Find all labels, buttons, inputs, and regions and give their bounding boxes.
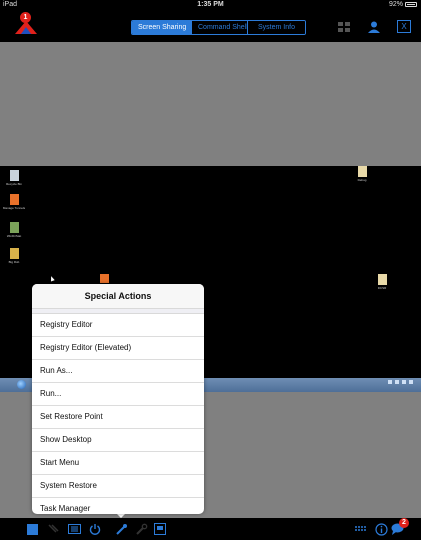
action-registry-editor-elevated[interactable]: Registry Editor (Elevated) <box>32 337 204 360</box>
battery-percent: 92% <box>388 1 403 8</box>
tray-icon <box>409 380 413 384</box>
desktop-icon-recycle-bin[interactable]: Recycle Bin <box>2 170 26 186</box>
windirstat-icon <box>9 222 19 233</box>
battery-status: 92% <box>389 1 417 8</box>
action-run[interactable]: Run... <box>32 383 204 406</box>
special-actions-popover: Special Actions Registry Editor Registry… <box>32 284 204 514</box>
action-system-restore[interactable]: System Restore <box>32 475 204 498</box>
bottom-toolbar <box>0 518 421 540</box>
mode-tabs: Screen Sharing Command Shell System Info <box>131 20 306 35</box>
keyboard-icon[interactable] <box>67 522 81 536</box>
system-tray <box>388 380 413 384</box>
recycle-bin-icon <box>9 170 19 181</box>
stop-icon[interactable] <box>25 522 39 536</box>
power-icon[interactable] <box>88 522 102 536</box>
tray-icon <box>388 380 392 384</box>
keyboard-toggle-icon[interactable] <box>353 522 367 536</box>
mouse-cursor-icon <box>49 275 55 282</box>
mouse-icon[interactable] <box>46 522 60 536</box>
desktop-icon-manage-tunnels[interactable]: Manage Tunnels <box>2 194 26 210</box>
app-logo[interactable]: 1 <box>15 12 37 34</box>
popover-title: Special Actions <box>32 284 204 309</box>
remote-screen-padding-top <box>0 42 421 166</box>
status-bar: iPad 1:35 PM 92% <box>0 0 421 10</box>
desktop-icon-big-rob[interactable]: Big Rob <box>2 248 26 264</box>
action-task-manager[interactable]: Task Manager <box>32 498 204 514</box>
info-icon[interactable] <box>374 522 388 536</box>
desktop-icon-dcsr[interactable]: DCSR <box>370 274 394 290</box>
app-shortcut-icon <box>9 194 19 205</box>
desktop-icon-windirstat[interactable]: WinDirStat <box>2 222 26 238</box>
tab-system-info[interactable]: System Info <box>248 21 305 34</box>
action-start-menu[interactable]: Start Menu <box>32 452 204 475</box>
action-set-restore-point[interactable]: Set Restore Point <box>32 406 204 429</box>
tab-command-shell[interactable]: Command Shell <box>192 21 248 34</box>
action-registry-editor[interactable]: Registry Editor <box>32 314 204 337</box>
chat-badge: 2 <box>399 518 409 528</box>
desktop-icon-debug[interactable]: Debug <box>350 166 374 182</box>
nav-bar: 1 Screen Sharing Command Shell System In… <box>0 10 421 42</box>
wrench-icon[interactable] <box>134 522 148 536</box>
tools-icon[interactable] <box>114 522 128 536</box>
tab-screen-sharing[interactable]: Screen Sharing <box>132 21 192 34</box>
user-icon[interactable] <box>367 20 381 33</box>
folder-icon <box>377 274 387 285</box>
action-run-as[interactable]: Run As... <box>32 360 204 383</box>
multi-monitor-icon[interactable] <box>337 20 351 33</box>
tray-icon <box>395 380 399 384</box>
close-button[interactable]: X <box>397 20 411 33</box>
monitor-icon[interactable] <box>153 522 167 536</box>
start-orb-icon[interactable] <box>17 380 26 389</box>
folder-icon <box>357 166 367 177</box>
notification-badge: 1 <box>20 12 31 23</box>
status-time: 1:35 PM <box>197 1 224 8</box>
tray-icon <box>402 380 406 384</box>
action-show-desktop[interactable]: Show Desktop <box>32 429 204 452</box>
dragged-icon <box>100 274 109 283</box>
folder-icon <box>9 248 19 259</box>
battery-icon <box>405 2 417 7</box>
